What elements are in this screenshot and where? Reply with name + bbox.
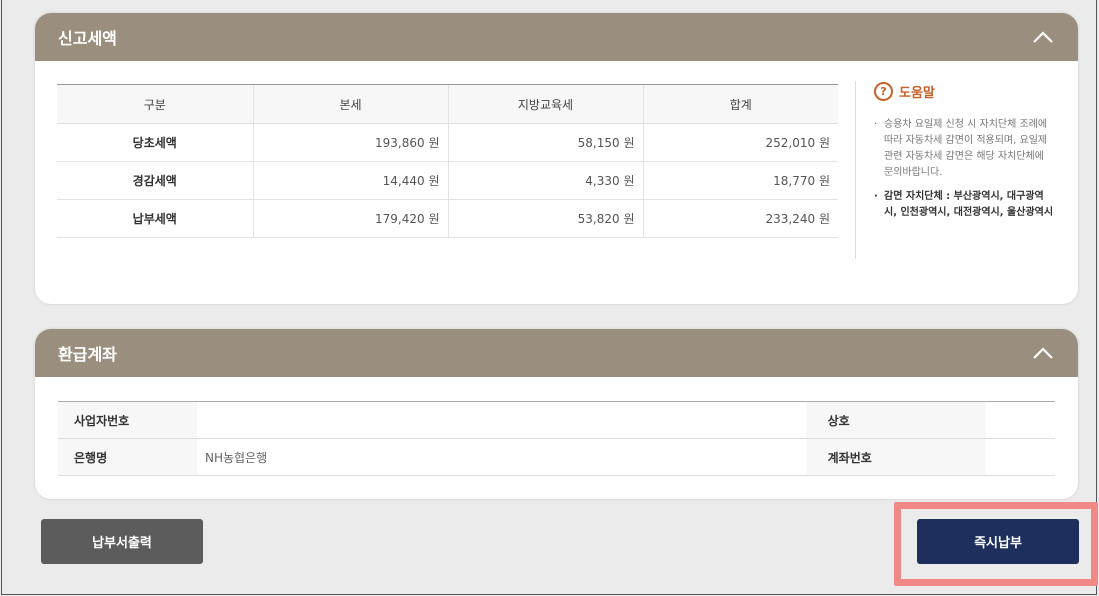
reported-tax-header[interactable]: 신고세액 <box>35 13 1078 61</box>
help-list: 승용차 요일제 신청 시 자치단체 조례에 따라 자동차세 감면이 적용되며, … <box>874 117 1055 221</box>
bank-label: 은행명 <box>58 438 197 476</box>
chevron-up-icon[interactable] <box>1031 341 1055 365</box>
tax-table-header-row: 구분 본세 지방교육세 합계 <box>57 84 838 124</box>
col-header-category: 구분 <box>57 84 253 124</box>
refund-account-header[interactable]: 환급계좌 <box>35 329 1078 377</box>
bank-value: NH농협은행 <box>197 438 806 476</box>
col-header-edu-tax: 지방교육세 <box>447 84 643 124</box>
refund-account-table: 사업자번호 상호 은행명 NH농협은행 계좌번호 <box>58 401 1055 476</box>
refund-account-panel: 환급계좌 사업자번호 상호 은행명 NH농협은행 계좌번호 <box>35 329 1078 499</box>
company-value <box>985 401 1055 439</box>
main-tax-cell: 179,420 원 <box>252 199 448 238</box>
table-row: 납부세액 179,420 원 53,820 원 233,240 원 <box>57 199 838 238</box>
print-payment-slip-button[interactable]: 납부서출력 <box>41 519 203 564</box>
help-title: 도움말 <box>899 86 935 101</box>
edu-tax-cell: 58,150 원 <box>447 123 643 162</box>
biz-no-value <box>197 401 806 439</box>
reported-tax-panel: 신고세액 구분 본세 지방교육세 합계 당초세액 193,860 원 58,15… <box>35 13 1078 304</box>
help-box: ? 도움말 승용차 요일제 신청 시 자치단체 조례에 따라 자동차세 감면이 … <box>855 81 1055 259</box>
table-row: 은행명 NH농협은행 계좌번호 <box>58 438 1055 476</box>
total-cell: 18,770 원 <box>642 161 838 200</box>
total-cell: 252,010 원 <box>642 123 838 162</box>
account-no-value <box>985 438 1055 476</box>
chevron-up-icon[interactable] <box>1031 25 1055 49</box>
pay-now-button[interactable]: 즉시납부 <box>917 519 1079 564</box>
account-no-label: 계좌번호 <box>805 438 986 476</box>
row-label: 경감세액 <box>57 161 253 200</box>
edu-tax-cell: 53,820 원 <box>447 199 643 238</box>
main-tax-cell: 193,860 원 <box>252 123 448 162</box>
table-row: 경감세액 14,440 원 4,330 원 18,770 원 <box>57 161 838 200</box>
row-label: 납부세액 <box>57 199 253 238</box>
main-tax-cell: 14,440 원 <box>252 161 448 200</box>
company-label: 상호 <box>805 401 986 439</box>
edu-tax-cell: 4,330 원 <box>447 161 643 200</box>
table-row: 사업자번호 상호 <box>58 401 1055 439</box>
col-header-main-tax: 본세 <box>252 84 448 124</box>
tax-table: 구분 본세 지방교육세 합계 당초세액 193,860 원 58,150 원 2… <box>57 84 838 238</box>
reported-tax-title: 신고세액 <box>58 29 117 48</box>
help-title-row: ? 도움말 <box>874 82 1055 101</box>
refund-account-title: 환급계좌 <box>58 345 117 364</box>
help-item-regions: 감면 자치단체 : 부산광역시, 대구광역시, 인천광역시, 대전광역시, 울산… <box>874 189 1055 221</box>
help-item: 승용차 요일제 신청 시 자치단체 조례에 따라 자동차세 감면이 적용되며, … <box>874 117 1055 181</box>
table-row: 당초세액 193,860 원 58,150 원 252,010 원 <box>57 123 838 162</box>
total-cell: 233,240 원 <box>642 199 838 238</box>
row-label: 당초세액 <box>57 123 253 162</box>
question-circle-icon: ? <box>874 82 893 101</box>
biz-no-label: 사업자번호 <box>58 401 197 439</box>
col-header-total: 합계 <box>642 84 838 124</box>
